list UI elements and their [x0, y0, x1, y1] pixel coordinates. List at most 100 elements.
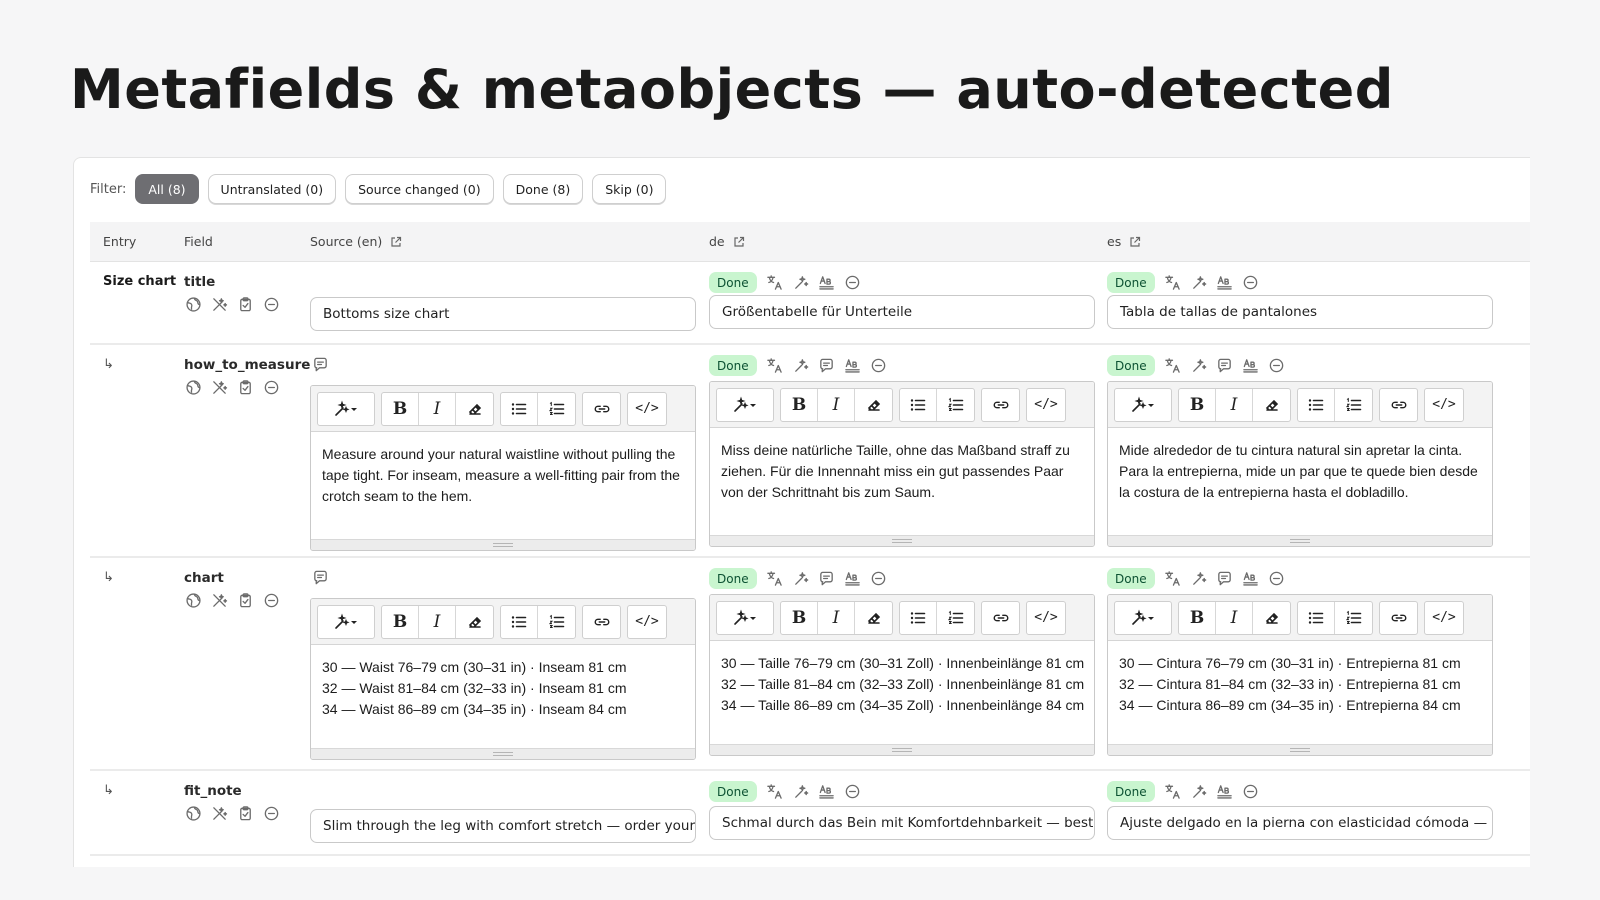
link-icon[interactable] — [583, 393, 620, 425]
minus-circle-icon[interactable] — [1268, 570, 1285, 587]
filter-chip-all[interactable]: All (8) — [135, 174, 199, 204]
editor-content[interactable]: Measure around your natural waistline wi… — [311, 432, 695, 507]
bullet-list-icon[interactable] — [501, 392, 538, 425]
editor-content[interactable]: Mide alrededor de tu cintura natural sin… — [1108, 428, 1492, 503]
magic-dropdown-icon[interactable] — [318, 393, 374, 425]
minus-circle-icon[interactable] — [1242, 274, 1259, 291]
source-editor[interactable]: B I </> 30 — Waist 76–79 cm (30–31 in) ·… — [310, 598, 696, 760]
bold-icon[interactable]: B — [1179, 388, 1216, 421]
code-icon[interactable]: </> — [628, 393, 666, 425]
editor-content[interactable]: 30 — Waist 76–79 cm (30–31 in) · Inseam … — [311, 645, 695, 720]
editor-content[interactable]: 30 — Cintura 76–79 cm (30–31 in) · Entre… — [1108, 641, 1492, 716]
magic-dropdown-icon[interactable] — [1115, 602, 1171, 634]
bold-icon[interactable]: B — [781, 601, 818, 634]
minus-circle-icon[interactable] — [870, 357, 887, 374]
globe-icon[interactable] — [185, 296, 202, 313]
bullet-list-icon[interactable] — [501, 605, 538, 638]
comment-icon[interactable] — [818, 357, 835, 374]
source-editor[interactable]: B I </> Measure around your natural wais… — [310, 385, 696, 551]
magic-dropdown-icon[interactable] — [717, 389, 773, 421]
numbered-list-icon[interactable] — [538, 606, 575, 638]
spellcheck-icon[interactable] — [844, 570, 861, 587]
clipboard-icon[interactable] — [237, 592, 254, 609]
de-editor[interactable]: B I </> 30 — Taille 76–79 cm (30–31 Zoll… — [709, 594, 1095, 756]
magic-wand-icon[interactable] — [211, 592, 228, 609]
bullet-list-icon[interactable] — [900, 388, 937, 421]
sparkle-icon[interactable] — [792, 783, 809, 800]
eraser-icon[interactable] — [855, 602, 892, 634]
resize-handle[interactable] — [311, 748, 695, 759]
link-icon[interactable] — [1380, 602, 1417, 634]
spellcheck-icon[interactable] — [818, 783, 835, 800]
link-icon[interactable] — [583, 606, 620, 638]
clipboard-icon[interactable] — [237, 379, 254, 396]
source-input[interactable]: Bottoms size chart — [310, 297, 696, 331]
resize-handle[interactable] — [710, 744, 1094, 755]
spellcheck-icon[interactable] — [1216, 274, 1233, 291]
sparkle-icon[interactable] — [1190, 570, 1207, 587]
editor-content[interactable]: Miss deine natürliche Taille, ohne das M… — [710, 428, 1094, 503]
es-input[interactable]: Tabla de tallas de pantalones — [1107, 295, 1493, 329]
eraser-icon[interactable] — [456, 393, 493, 425]
link-icon[interactable] — [982, 602, 1019, 634]
numbered-list-icon[interactable] — [937, 602, 974, 634]
resize-handle[interactable] — [311, 539, 695, 550]
bullet-list-icon[interactable] — [1298, 388, 1335, 421]
filter-chip-source-changed[interactable]: Source changed (0) — [345, 174, 494, 204]
minus-circle-icon[interactable] — [1268, 357, 1285, 374]
minus-circle-icon[interactable] — [844, 274, 861, 291]
code-icon[interactable]: </> — [1425, 389, 1463, 421]
minus-circle-icon[interactable] — [844, 783, 861, 800]
italic-icon[interactable]: I — [1216, 601, 1253, 634]
link-icon[interactable] — [1380, 389, 1417, 421]
magic-dropdown-icon[interactable] — [1115, 389, 1171, 421]
bold-icon[interactable]: B — [382, 605, 419, 638]
external-link-icon[interactable] — [1129, 236, 1141, 248]
de-editor[interactable]: B I </> Miss deine natürliche Taille, oh… — [709, 381, 1095, 547]
comment-icon[interactable] — [1216, 357, 1233, 374]
editor-content[interactable]: 30 — Taille 76–79 cm (30–31 Zoll) · Inne… — [710, 641, 1094, 716]
globe-icon[interactable] — [185, 805, 202, 822]
comment-icon[interactable] — [312, 569, 329, 586]
spellcheck-icon[interactable] — [1242, 570, 1259, 587]
italic-icon[interactable]: I — [419, 392, 456, 425]
minus-circle-icon[interactable] — [870, 570, 887, 587]
magic-wand-icon[interactable] — [211, 805, 228, 822]
de-input[interactable]: Schmal durch das Bein mit Komfortdehnbar… — [709, 806, 1095, 840]
translate-icon[interactable] — [766, 274, 783, 291]
resize-handle[interactable] — [710, 535, 1094, 546]
resize-handle[interactable] — [1108, 744, 1492, 755]
spellcheck-icon[interactable] — [844, 357, 861, 374]
italic-icon[interactable]: I — [818, 388, 855, 421]
minus-circle-icon[interactable] — [263, 805, 280, 822]
sparkle-icon[interactable] — [792, 274, 809, 291]
magic-dropdown-icon[interactable] — [717, 602, 773, 634]
bold-icon[interactable]: B — [781, 388, 818, 421]
magic-wand-icon[interactable] — [211, 379, 228, 396]
code-icon[interactable]: </> — [1027, 602, 1065, 634]
translate-icon[interactable] — [766, 570, 783, 587]
filter-chip-skip[interactable]: Skip (0) — [592, 174, 667, 204]
numbered-list-icon[interactable] — [538, 393, 575, 425]
translate-icon[interactable] — [1164, 357, 1181, 374]
code-icon[interactable]: </> — [1027, 389, 1065, 421]
eraser-icon[interactable] — [1253, 389, 1290, 421]
eraser-icon[interactable] — [456, 606, 493, 638]
spellcheck-icon[interactable] — [818, 274, 835, 291]
translate-icon[interactable] — [766, 783, 783, 800]
filter-chip-done[interactable]: Done (8) — [502, 174, 584, 204]
es-editor[interactable]: B I </> 30 — Cintura 76–79 cm (30–31 in)… — [1107, 594, 1493, 756]
italic-icon[interactable]: I — [818, 601, 855, 634]
minus-circle-icon[interactable] — [1242, 783, 1259, 800]
de-input[interactable]: Größentabelle für Unterteile — [709, 295, 1095, 329]
translate-icon[interactable] — [766, 357, 783, 374]
numbered-list-icon[interactable] — [1335, 602, 1372, 634]
bullet-list-icon[interactable] — [900, 601, 937, 634]
eraser-icon[interactable] — [1253, 602, 1290, 634]
clipboard-icon[interactable] — [237, 296, 254, 313]
spellcheck-icon[interactable] — [1242, 357, 1259, 374]
minus-circle-icon[interactable] — [263, 379, 280, 396]
comment-icon[interactable] — [1216, 570, 1233, 587]
magic-dropdown-icon[interactable] — [318, 606, 374, 638]
es-input[interactable]: Ajuste delgado en la pierna con elastici… — [1107, 806, 1493, 840]
